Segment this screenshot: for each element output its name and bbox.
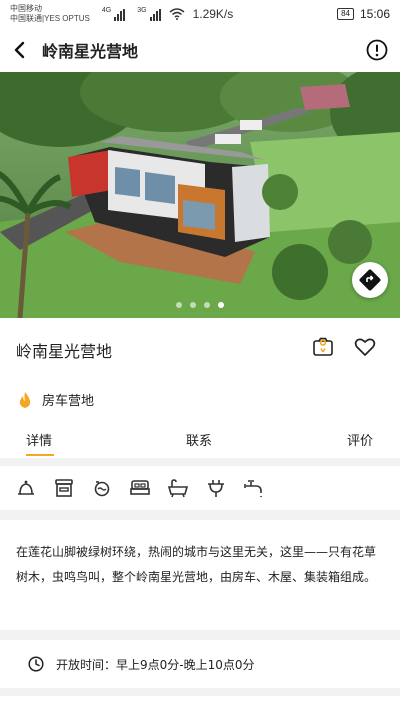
heart-outline-icon[interactable] (354, 336, 376, 358)
bath-icon (167, 479, 189, 498)
water-tap-icon (244, 480, 262, 497)
tab-bar: 详情 联系 评价 (0, 430, 400, 458)
exclamation-circle-icon[interactable] (366, 39, 388, 61)
shop-icon (55, 479, 73, 497)
opening-hours-text: 开放时间：早上9点0分-晚上10点0分 (56, 657, 255, 672)
power-plug-icon (208, 480, 224, 497)
carousel-dot-active[interactable] (218, 302, 224, 308)
category-label: 房车营地 (42, 394, 95, 409)
hero-image-carousel[interactable] (0, 72, 400, 318)
header-bar: 岭南星光营地 (0, 28, 400, 72)
directions-icon (359, 269, 381, 291)
next-section-partial (0, 696, 400, 711)
signal-1: 4G (101, 7, 126, 21)
camera-location-icon[interactable] (312, 336, 334, 358)
carrier-2: 中国联通|YES OPTUS (10, 14, 90, 23)
category-row: 房车营地 (16, 390, 94, 409)
description-text: 在莲花山脚被绿树环绕，热闹的城市与这里无关，这里——只有花草树木，虫鸣鸟叫，整个… (16, 545, 377, 584)
back-button[interactable] (12, 41, 30, 59)
chevron-left-icon (14, 41, 25, 59)
signal-bars-icon (149, 9, 161, 21)
network-type-2: 3G (137, 7, 147, 14)
signal-2: 3G (137, 7, 161, 21)
clock-time: 15:06 (359, 7, 390, 21)
bed-icon (130, 480, 150, 495)
place-name: 岭南星光营地 (16, 342, 113, 361)
page-title: 岭南星光营地 (42, 42, 139, 61)
signal-bars-icon (114, 9, 126, 21)
bell-icon (18, 480, 34, 495)
directions-button[interactable] (352, 262, 388, 298)
laundry-icon (94, 481, 110, 497)
clock-icon (28, 656, 44, 672)
description-panel: 在莲花山脚被绿树环绕，热闹的城市与这里无关，这里——只有花草树木，虫鸣鸟叫，整个… (0, 520, 400, 630)
status-bar: 中国移动 中国联通|YES OPTUS 4G 3G 1.29K/s 84 15:… (0, 0, 400, 28)
active-tab-indicator (26, 454, 54, 456)
carousel-dot[interactable] (176, 302, 182, 308)
carrier-info: 中国移动 中国联通|YES OPTUS (10, 4, 90, 24)
network-speed: 1.29K/s (192, 7, 234, 21)
wifi-icon (169, 8, 185, 20)
opening-hours-row: 开放时间：早上9点0分-晚上10点0分 (0, 640, 400, 688)
carousel-dot[interactable] (190, 302, 196, 308)
tab-reviews[interactable]: 评价 (347, 430, 373, 449)
campsite-photo (0, 72, 400, 318)
carrier-1: 中国移动 (10, 4, 42, 13)
carousel-dot[interactable] (204, 302, 210, 308)
tab-contact[interactable]: 联系 (186, 430, 212, 449)
network-type-1: 4G (101, 7, 112, 14)
place-info-card: 岭南星光营地 房车营地 详情 联系 评价 (0, 318, 400, 458)
facilities-row (0, 466, 400, 510)
battery-icon: 84 (337, 8, 354, 20)
tab-details[interactable]: 详情 (26, 430, 52, 449)
carousel-dots[interactable] (0, 302, 400, 308)
campfire-icon (19, 391, 31, 408)
